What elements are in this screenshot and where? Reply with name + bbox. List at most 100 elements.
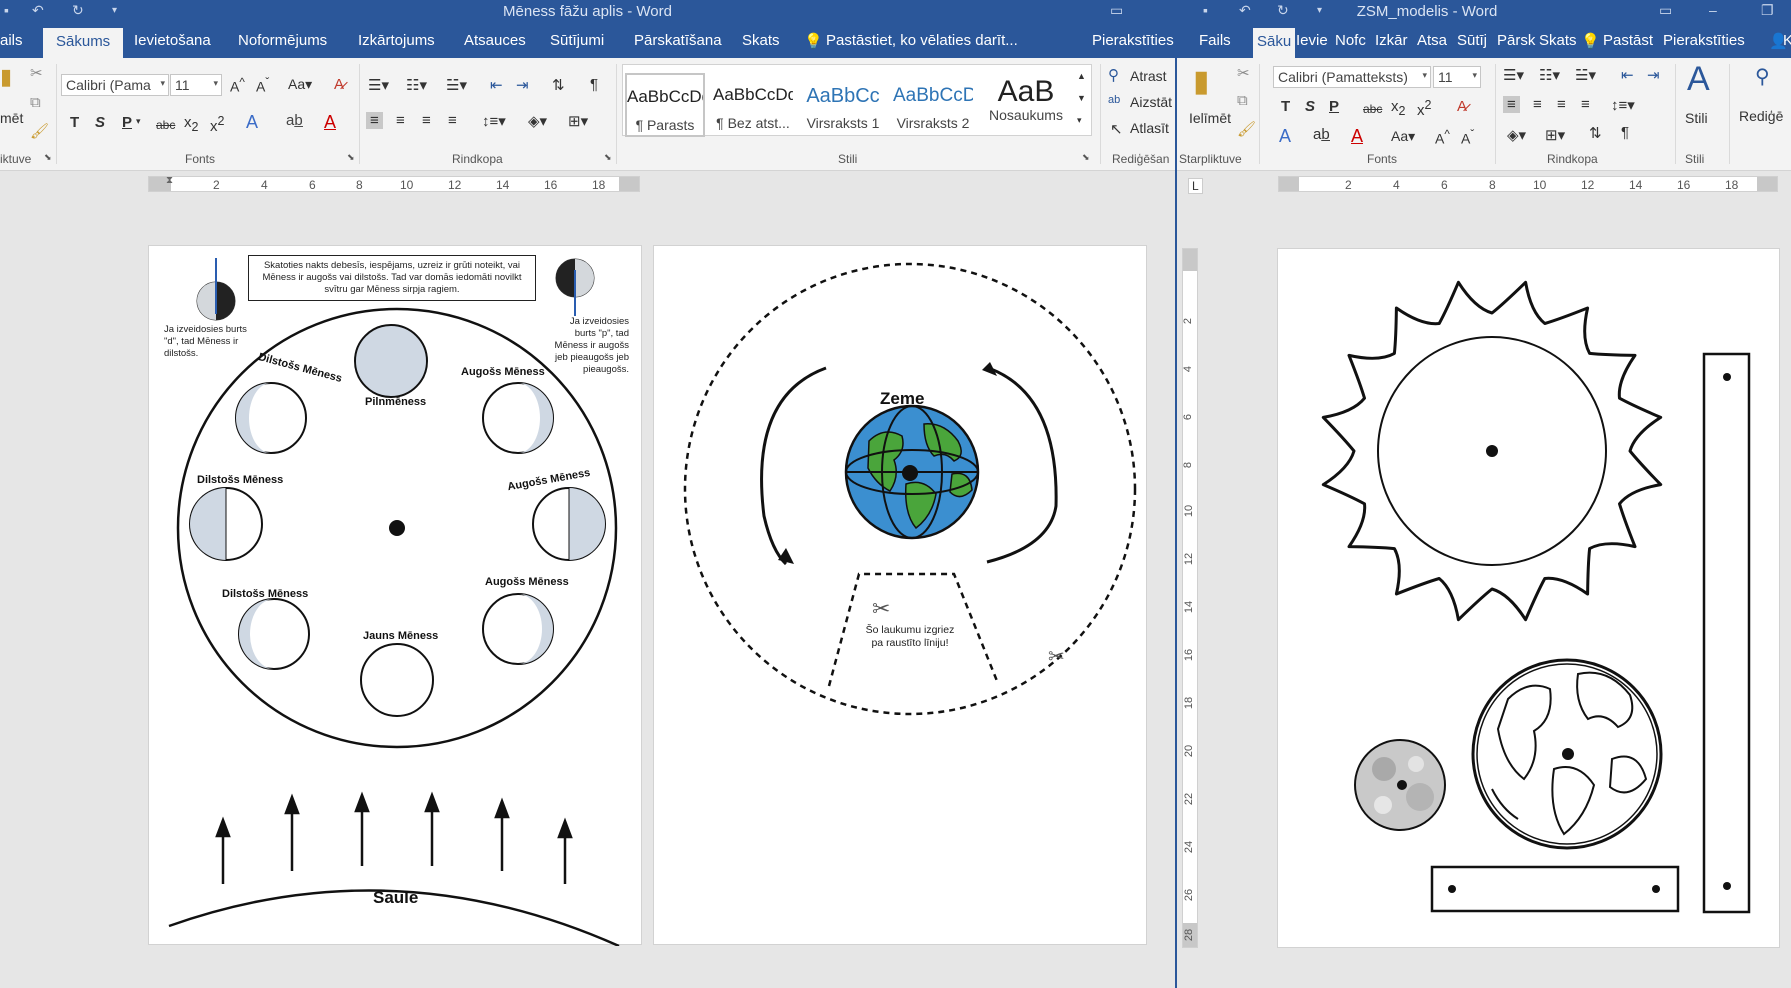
font-size-select-right[interactable]: 11 ▾ (1433, 66, 1481, 88)
editing-button-right[interactable]: Rediģē (1739, 108, 1783, 124)
superscript-button[interactable]: x2 (210, 114, 224, 135)
highlight-icon-right[interactable]: ab̲ (1313, 126, 1330, 143)
borders-icon[interactable]: ⊞▾ (568, 112, 588, 130)
strikethrough-button[interactable]: abc (156, 118, 175, 132)
multilevel-list-icon-right[interactable]: ☱▾ (1575, 66, 1596, 84)
underline-dropdown-icon[interactable]: ▾ (136, 116, 141, 127)
italic-button-right[interactable]: S (1305, 98, 1315, 115)
align-right-button[interactable]: ≡ (422, 112, 431, 129)
font-size-select[interactable]: 11 ▾ (170, 74, 222, 96)
align-left-button[interactable]: ≡ (366, 112, 383, 129)
bullets-icon-right[interactable]: ☰▾ (1503, 66, 1524, 84)
select-icon[interactable]: ↖ (1110, 120, 1123, 138)
replace-button[interactable]: Aizstāt (1130, 94, 1172, 110)
style-heading-1[interactable]: AaBbCc Virsraksts 1 (803, 73, 883, 137)
increase-indent-icon-right[interactable]: ⇥ (1647, 66, 1660, 84)
tab-selector-icon[interactable]: L (1188, 178, 1203, 194)
line-spacing-icon-right[interactable]: ↕≡▾ (1611, 96, 1635, 114)
highlight-icon[interactable]: ab̲ (286, 112, 303, 129)
sign-in-link[interactable]: Pierakstīties (1092, 32, 1174, 49)
paragraph-launcher-icon[interactable]: ⬊ (604, 152, 612, 163)
bold-button-right[interactable]: T (1281, 98, 1290, 115)
indent-marker-icon[interactable]: ⧗ (166, 175, 173, 186)
tab-design-right[interactable]: Nofc (1335, 32, 1366, 49)
italic-button[interactable]: S (95, 114, 105, 131)
gallery-more-icon[interactable]: ▾ (1077, 115, 1082, 126)
format-painter-icon-right[interactable]: 🖌 (1237, 120, 1256, 138)
strikethrough-button-right[interactable]: abc (1363, 102, 1382, 116)
clear-formatting-icon-right[interactable]: A̷ (1457, 98, 1467, 115)
subscript-button[interactable]: x2 (184, 114, 198, 134)
tab-layout-right[interactable]: Izkār (1375, 32, 1408, 49)
justify-button[interactable]: ≡ (448, 112, 457, 129)
styles-launcher-icon[interactable]: ⬊ (1082, 152, 1090, 163)
numbering-icon-right[interactable]: ☷▾ (1539, 66, 1560, 84)
justify-button-right[interactable]: ≡ (1581, 96, 1590, 113)
paste-icon-right[interactable]: ▮ (1193, 64, 1210, 99)
gallery-up-icon[interactable]: ▲ (1077, 71, 1086, 81)
tab-file-right[interactable]: Fails (1199, 32, 1231, 49)
styles-icon-right[interactable]: A (1687, 60, 1710, 99)
tab-mailings[interactable]: Sūtījumi (550, 32, 604, 49)
copy-icon[interactable]: ⧉ (30, 94, 41, 111)
font-name-select[interactable]: Calibri (Pama ▾ (61, 74, 169, 96)
cut-icon[interactable]: ✂ (30, 64, 43, 82)
tab-review[interactable]: Pārskatīšana (634, 32, 722, 49)
text-effects-icon-right[interactable]: A (1279, 126, 1291, 147)
decrease-indent-icon[interactable]: ⇤ (490, 76, 503, 94)
align-center-button[interactable]: ≡ (396, 112, 405, 129)
sign-in-link-right[interactable]: Pierakstīties (1663, 32, 1745, 49)
shrink-font-icon-right[interactable]: Aˇ (1461, 128, 1474, 147)
align-center-button-right[interactable]: ≡ (1533, 96, 1542, 113)
styles-button-right[interactable]: Stili (1685, 110, 1708, 126)
user-initial[interactable]: K (1783, 32, 1791, 49)
font-name-select-right[interactable]: Calibri (Pamatteksts) ▾ (1273, 66, 1431, 88)
style-normal[interactable]: AaBbCcDd ¶ Parasts (625, 73, 705, 137)
tell-me-box[interactable]: Pastāstiet, ko vēlaties darīt... (826, 32, 1018, 49)
minimize-icon[interactable]: – (1709, 2, 1717, 18)
decrease-indent-icon-right[interactable]: ⇤ (1621, 66, 1634, 84)
format-painter-icon[interactable]: 🖌 (30, 122, 49, 140)
tab-review-right[interactable]: Pārsk (1497, 32, 1535, 49)
tab-file[interactable]: ails (0, 32, 23, 49)
line-spacing-icon[interactable]: ↕≡▾ (482, 112, 506, 130)
style-heading-2[interactable]: AaBbCcD Virsraksts 2 (893, 73, 973, 137)
shrink-font-icon[interactable]: Aˇ (256, 76, 269, 95)
bold-button[interactable]: T (70, 114, 79, 131)
show-marks-icon-right[interactable]: ¶ (1621, 124, 1629, 141)
save-icon-right[interactable]: ▪ (1203, 2, 1208, 18)
replace-icon[interactable]: ab (1108, 94, 1120, 106)
clear-formatting-icon[interactable]: A̷ (334, 76, 344, 93)
vertical-ruler[interactable]: 2 4 6 8 10 12 14 16 18 20 22 24 26 28 (1182, 248, 1198, 948)
style-no-spacing[interactable]: AaBbCcDd ¶ Bez atst... (713, 73, 793, 137)
grow-font-icon[interactable]: A^ (230, 76, 245, 95)
cut-icon-right[interactable]: ✂ (1237, 64, 1250, 82)
undo-icon-right[interactable]: ↶ (1239, 2, 1251, 19)
superscript-button-right[interactable]: x2 (1417, 98, 1431, 119)
underline-button[interactable]: P (122, 114, 132, 131)
numbering-icon[interactable]: ☷▾ (406, 76, 427, 94)
tell-me-box-right[interactable]: Pastāst (1603, 32, 1653, 49)
find-icon[interactable]: ⚲ (1108, 66, 1119, 84)
tab-view[interactable]: Skats (742, 32, 780, 49)
shading-icon[interactable]: ◈▾ (528, 112, 547, 130)
paste-icon[interactable]: ▮ (0, 64, 12, 90)
sort-icon[interactable]: ⇅ (552, 76, 565, 94)
tab-design[interactable]: Noformējums (238, 32, 327, 49)
shading-icon-right[interactable]: ◈▾ (1507, 126, 1526, 144)
increase-indent-icon[interactable]: ⇥ (516, 76, 529, 94)
ribbon-display-icon-right[interactable]: ▭ (1659, 2, 1672, 19)
font-color-icon[interactable]: A (324, 112, 336, 133)
bullets-icon[interactable]: ☰▾ (368, 76, 389, 94)
text-effects-icon[interactable]: A (246, 112, 258, 133)
gallery-down-icon[interactable]: ▼ (1077, 93, 1086, 103)
copy-icon-right[interactable]: ⧉ (1237, 92, 1248, 109)
select-button[interactable]: Atlasīt (1130, 120, 1169, 136)
subscript-button-right[interactable]: x2 (1391, 98, 1405, 118)
paste-label[interactable]: mēt (0, 110, 23, 126)
maximize-icon[interactable]: ❐ (1761, 2, 1774, 19)
change-case-button-right[interactable]: Aa▾ (1391, 128, 1415, 145)
font-color-icon-right[interactable]: A (1351, 126, 1363, 147)
underline-button-right[interactable]: P (1329, 98, 1339, 115)
tab-home-right[interactable]: Sāku (1253, 28, 1296, 60)
